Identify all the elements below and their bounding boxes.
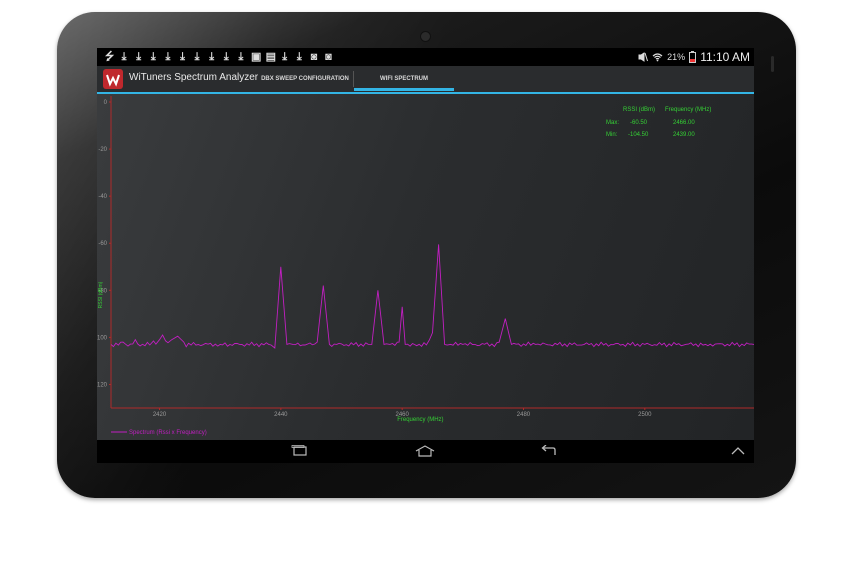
download-icon: ⤓ — [136, 51, 142, 63]
stats-max-label: Max: — [606, 120, 619, 126]
download-icon: ⤓ — [296, 51, 302, 63]
stats-min-label: Min: — [606, 132, 618, 138]
download-icon: ⤓ — [209, 51, 215, 63]
recent-apps-icon[interactable] — [290, 445, 310, 457]
y-tick-label: 0 — [104, 100, 108, 106]
stats-min-rssi: -104.50 — [628, 132, 649, 138]
tab-label: DBX SWEEP CONFIGURATION — [261, 76, 349, 82]
chevron-up-icon[interactable] — [730, 445, 746, 457]
download-icon: ⤓ — [223, 51, 229, 63]
usb-icon: ⭍ — [105, 51, 115, 63]
app-title: WiTuners Spectrum Analyzer — [129, 72, 259, 83]
download-icon: ⤓ — [194, 51, 200, 63]
chart-legend: Spectrum (Rssi x Frequency) — [111, 430, 207, 436]
x-tick-label: 2440 — [274, 412, 288, 418]
stats-max-rssi: -60.50 — [630, 120, 648, 126]
download-icon: ⤓ — [150, 51, 156, 63]
download-icon: ⤓ — [282, 51, 288, 63]
y-tick-label: -120 — [97, 382, 108, 388]
x-axis-label: Frequency (MHz) — [397, 417, 443, 423]
stats-rssi-header: RSSI (dBm) — [623, 107, 655, 113]
action-bar: WiTuners Spectrum Analyzer DBX SWEEP CON… — [97, 66, 754, 94]
spectrum-series-line — [110, 244, 754, 349]
stats-box: RSSI (dBm) Frequency (MHz) Max: -60.50 2… — [606, 107, 711, 138]
x-tick-label: 2500 — [638, 412, 652, 418]
x-tick-label: 2480 — [517, 412, 531, 418]
x-tick-label: 2420 — [153, 412, 167, 418]
stats-max-frequency: 2466.00 — [673, 120, 695, 126]
mute-icon — [638, 52, 649, 62]
download-icon: ⤓ — [165, 51, 171, 63]
image-icon: ▣ — [251, 51, 262, 63]
navigation-bar — [97, 440, 754, 463]
status-indicators: 21% 11:10 AM — [638, 48, 750, 66]
tab-label: WIFI SPECTRUM — [380, 76, 428, 82]
battery-percent: 21% — [667, 52, 686, 62]
camera-upload-icon: ◙ — [325, 51, 332, 63]
status-bar: ⭍ ⤓ ⤓ ⤓ ⤓ ⤓ ⤓ ⤓ ⤓ ⤓ ▣ ▤ ⤓ ⤓ ◙ ◙ 21% 11:10 AM — [97, 48, 754, 66]
active-tab-indicator — [354, 88, 454, 91]
camera-upload-icon: ◙ — [310, 51, 318, 63]
home-icon[interactable] — [414, 445, 436, 457]
legend-label: Spectrum (Rssi x Frequency) — [129, 430, 207, 436]
stats-min-frequency: 2439.00 — [673, 132, 695, 138]
y-axis-label: RSSI (dBm) — [98, 281, 104, 308]
tab-dbx-sweep-configuration[interactable]: DBX SWEEP CONFIGURATION — [257, 66, 353, 92]
y-tick-label: -20 — [98, 147, 107, 153]
power-button[interactable] — [771, 56, 774, 72]
app-logo-icon[interactable] — [103, 69, 123, 89]
download-icon: ⤓ — [238, 51, 244, 63]
wifi-icon — [652, 53, 663, 62]
screenshot-icon: ▤ — [265, 51, 276, 63]
download-icon: ⤓ — [121, 51, 127, 63]
y-tick-label: -60 — [98, 241, 107, 247]
battery-icon — [689, 51, 697, 63]
y-tick-label: -100 — [97, 335, 108, 341]
back-icon[interactable] — [539, 445, 559, 457]
y-tick-label: -40 — [98, 194, 107, 200]
download-icon: ⤓ — [180, 51, 185, 63]
front-camera — [420, 31, 431, 42]
spectrum-chart-svg: 0-20-40-60-80-100-120 242024402460248025… — [97, 96, 754, 436]
status-clock: 11:10 AM — [700, 50, 750, 64]
spectrum-chart[interactable]: 0-20-40-60-80-100-120 242024402460248025… — [97, 94, 754, 440]
stats-frequency-header: Frequency (MHz) — [665, 107, 711, 113]
tablet-screen: ⭍ ⤓ ⤓ ⤓ ⤓ ⤓ ⤓ ⤓ ⤓ ⤓ ▣ ▤ ⤓ ⤓ ◙ ◙ 21% 11:10 AM WiTuners S… — [97, 48, 754, 463]
